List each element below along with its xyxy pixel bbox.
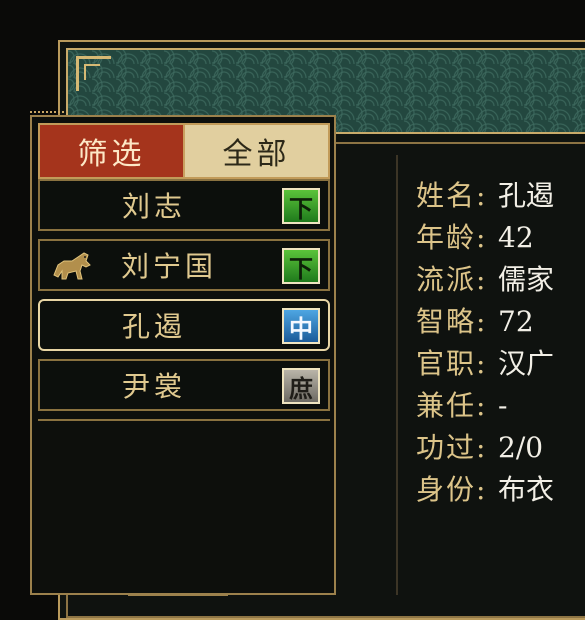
rank-badge: 下 — [282, 248, 320, 284]
footer-ornament — [128, 594, 228, 611]
info-name: 姓名: 孔遏 — [416, 179, 555, 212]
officer-name: 尹裳 — [121, 370, 186, 403]
info-office: 官职: 汉广 — [416, 347, 555, 380]
info-age: 年龄: 42 — [416, 221, 534, 254]
list-item[interactable]: 尹裳 庶 — [38, 359, 330, 411]
list-separator — [38, 419, 330, 421]
tab-all[interactable]: 全部 — [185, 125, 328, 177]
filter-tabs: 筛选 全部 — [38, 123, 330, 179]
info-school: 流派: 儒家 — [416, 263, 555, 296]
info-status: 身份: 布衣 — [416, 473, 555, 506]
info-merit: 功过: 2/0 — [416, 431, 544, 464]
rank-badge: 下 — [282, 188, 320, 224]
officer-name: 孔遏 — [121, 310, 186, 343]
list-item-selected[interactable]: 孔遏 中 — [38, 299, 330, 351]
rank-badge: 庶 — [282, 368, 320, 404]
info-concurrent: 兼任: - — [416, 389, 508, 422]
list-corner-ornament — [30, 111, 68, 123]
tab-filter[interactable]: 筛选 — [40, 125, 185, 177]
officer-name: 刘宁国 — [120, 250, 217, 283]
officer-list-panel: 筛选 全部 刘志 下 刘宁国 下 孔遏 中 尹裳 庶 — [30, 111, 336, 595]
list-item[interactable]: 刘志 下 — [38, 179, 330, 231]
info-strategy: 智略: 72 — [416, 305, 534, 338]
corner-ornament-icon — [76, 56, 111, 91]
officer-name: 刘志 — [121, 190, 186, 223]
list-item[interactable]: 刘宁国 下 — [38, 239, 330, 291]
officer-info-panel: 姓名: 孔遏 年龄: 42 流派: 儒家 智略: 72 官职: 汉广 兼任: - 功过: 2/… — [398, 160, 585, 590]
rank-badge: 中 — [282, 308, 320, 344]
